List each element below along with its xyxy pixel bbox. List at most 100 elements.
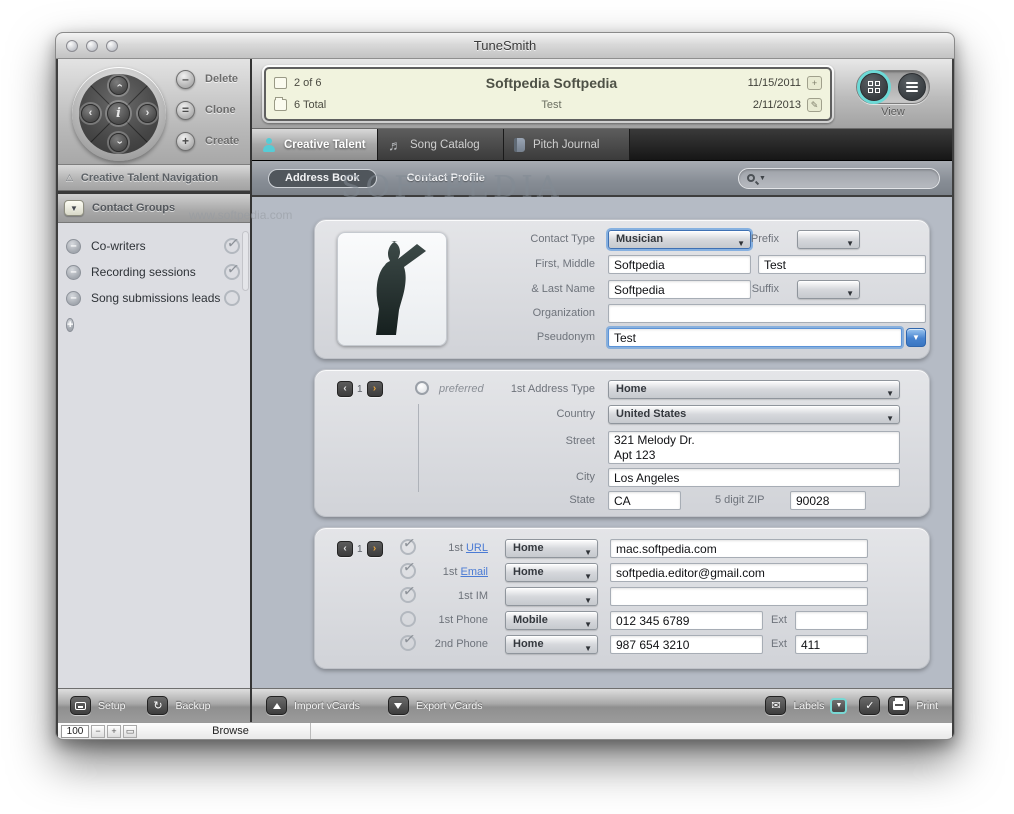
tab-label: Pitch Journal (533, 139, 599, 151)
backup-button[interactable]: ↻ Backup (147, 696, 210, 715)
phone1-preferred-check[interactable] (400, 611, 416, 627)
clone-record-icon[interactable]: = (176, 101, 195, 120)
search-options-caret-icon[interactable]: ▼ (759, 175, 766, 182)
nav-down-button[interactable]: › (109, 133, 128, 152)
labels-dropdown-button[interactable]: ▼ (830, 698, 847, 714)
group-item-co-writers[interactable]: – Co-writers (58, 233, 250, 259)
email-preferred-check[interactable] (400, 563, 416, 579)
subtab-contact-profile[interactable]: Contact Profile (407, 172, 485, 184)
im-input[interactable] (610, 587, 868, 606)
setup-button[interactable]: Setup (70, 696, 125, 715)
organization-input[interactable] (608, 304, 926, 323)
suffix-dropdown[interactable] (797, 280, 860, 299)
first-name-input[interactable] (608, 255, 751, 274)
edit-date-icon[interactable]: ✎ (807, 98, 822, 112)
group-item-song-submissions-leads[interactable]: – Song submissions leads (58, 285, 250, 311)
url-link[interactable]: URL (466, 542, 488, 554)
nav-next-button[interactable]: › (138, 104, 157, 123)
phone1-ext-input[interactable] (795, 611, 868, 630)
address-next-button[interactable]: › (367, 381, 383, 397)
zoom-out-button[interactable]: − (91, 725, 105, 738)
delete-record-icon[interactable]: – (176, 70, 195, 89)
export-vcards-button[interactable]: Export vCards (388, 696, 483, 715)
nav-info-button[interactable]: i (107, 102, 130, 125)
backup-icon: ↻ (147, 696, 168, 715)
phone2-input[interactable] (610, 635, 763, 654)
prefix-dropdown[interactable] (797, 230, 860, 249)
grid-view-button[interactable] (860, 73, 888, 101)
tab-song-catalog[interactable]: ♬ Song Catalog (378, 129, 504, 160)
print-button[interactable]: Print (888, 696, 938, 715)
phone1-input[interactable] (610, 611, 763, 630)
url-input[interactable] (610, 539, 868, 558)
email-input[interactable] (610, 563, 868, 582)
nav-up-button[interactable]: ‹ (109, 76, 128, 95)
layout-toggle-icon[interactable]: ▭ (123, 725, 137, 738)
sidebar-scrollbar[interactable] (242, 231, 249, 291)
close-window-button[interactable] (66, 40, 78, 52)
remove-group-icon[interactable]: – (66, 291, 81, 306)
im-type-dropdown[interactable] (505, 587, 598, 606)
group-unchecked-icon[interactable] (224, 290, 240, 306)
list-view-button[interactable] (898, 73, 926, 101)
zoom-level-box[interactable]: 100 (61, 725, 89, 738)
group-checked-icon[interactable] (224, 238, 240, 254)
zoom-window-button[interactable] (106, 40, 118, 52)
check-options-button[interactable]: ✓ (859, 696, 880, 715)
chevron-right-icon: › (146, 107, 150, 119)
sidebar-nav-header[interactable]: △ Creative Talent Navigation (58, 165, 250, 191)
phone2-ext-label: Ext (771, 638, 787, 650)
url-type-dropdown[interactable]: Home (505, 539, 598, 558)
search-input[interactable] (766, 172, 931, 184)
country-label: Country (556, 408, 595, 420)
remove-group-icon[interactable]: – (66, 265, 81, 280)
tab-creative-talent[interactable]: Creative Talent (252, 129, 378, 160)
search-field[interactable]: ▼ (738, 168, 940, 189)
nav-previous-button[interactable]: ‹ (81, 104, 100, 123)
labels-button[interactable]: ✉ Labels ▼ (765, 696, 847, 715)
add-group-button[interactable]: + (66, 318, 74, 332)
email-link[interactable]: Email (460, 566, 488, 578)
subtab-address-book[interactable]: Address Book (268, 169, 377, 188)
city-input[interactable] (608, 468, 900, 487)
mode-selector[interactable]: Browse (151, 723, 311, 739)
tab-pitch-journal[interactable]: Pitch Journal (504, 129, 630, 160)
phone2-preferred-check[interactable] (400, 635, 416, 651)
email-row-label: 1st Email (443, 566, 488, 578)
record-date-created: 11/15/2011 (739, 77, 801, 89)
remove-group-icon[interactable]: – (66, 239, 81, 254)
state-input[interactable] (608, 491, 681, 510)
zip-input[interactable] (790, 491, 866, 510)
country-dropdown[interactable]: United States (608, 405, 900, 424)
contact-photo[interactable] (337, 232, 447, 346)
tab-label: Creative Talent (284, 139, 366, 151)
phone2-ext-input[interactable] (795, 635, 868, 654)
email-type-dropdown[interactable]: Home (505, 563, 598, 582)
address-prev-button[interactable]: ‹ (337, 381, 353, 397)
add-date-icon[interactable]: + (807, 76, 822, 90)
export-icon (388, 696, 409, 715)
phone2-type-dropdown[interactable]: Home (505, 635, 598, 654)
pseudonym-dropdown-button[interactable]: ▼ (906, 328, 926, 347)
minimize-window-button[interactable] (86, 40, 98, 52)
zoom-in-button[interactable]: + (107, 725, 121, 738)
record-info-panel: 2 of 6 Softpedia Softpedia 11/15/2011 + … (264, 67, 832, 121)
address-type-dropdown[interactable]: Home (608, 380, 900, 399)
group-item-recording-sessions[interactable]: – Recording sessions (58, 259, 250, 285)
phone1-type-dropdown[interactable]: Mobile (505, 611, 598, 630)
create-record-icon[interactable]: + (176, 132, 195, 151)
group-checked-icon[interactable] (224, 264, 240, 280)
pseudonym-input[interactable] (608, 328, 902, 347)
methods-next-button[interactable]: › (367, 541, 383, 557)
methods-prev-button[interactable]: ‹ (337, 541, 353, 557)
street-input[interactable]: 321 Melody Dr. Apt 123 (608, 431, 900, 464)
search-icon (747, 174, 755, 182)
contact-groups-disclose-button[interactable]: ▼ (64, 200, 84, 216)
im-preferred-check[interactable] (400, 587, 416, 603)
preferred-radio[interactable] (415, 381, 429, 395)
import-vcards-button[interactable]: Import vCards (266, 696, 360, 715)
contact-type-dropdown[interactable]: Musician (608, 230, 751, 249)
last-name-input[interactable] (608, 280, 751, 299)
url-preferred-check[interactable] (400, 539, 416, 555)
middle-name-input[interactable] (758, 255, 926, 274)
